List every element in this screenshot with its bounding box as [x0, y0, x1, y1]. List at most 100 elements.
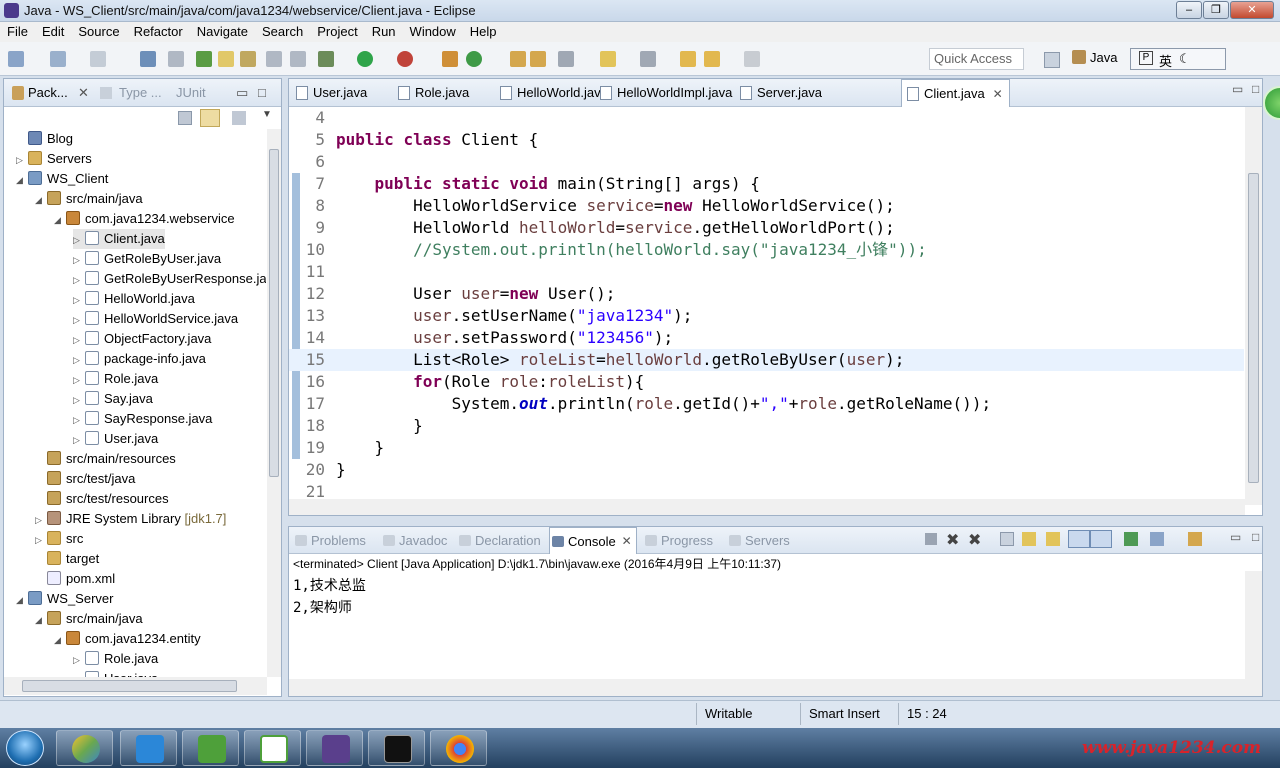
code-line[interactable]: 14 user.setPassword("123456"); [289, 327, 1244, 349]
taskbar-app-button[interactable] [56, 730, 113, 766]
open-icon[interactable] [50, 51, 66, 67]
code-line[interactable]: 10 //System.out.println(helloWorld.say("… [289, 239, 1244, 261]
tree-item[interactable]: ◢ src/main/java [35, 189, 143, 209]
new-package-icon[interactable] [442, 51, 458, 67]
editor-tab[interactable]: User.java [291, 79, 367, 107]
tree-item[interactable]: ◢ WS_Server [16, 589, 113, 609]
ime-language[interactable]: 英 [1159, 51, 1172, 70]
menu-window[interactable]: Window [403, 22, 463, 42]
expand-arrow-icon[interactable]: ▷ [35, 530, 47, 550]
new-icon[interactable] [8, 51, 24, 67]
code-line[interactable]: 20} [289, 459, 1244, 481]
expand-arrow-icon[interactable]: ▷ [73, 350, 85, 370]
menu-navigate[interactable]: Navigate [190, 22, 255, 42]
scroll-thumb[interactable] [1248, 173, 1259, 483]
expand-arrow-icon[interactable]: ◢ [16, 170, 28, 190]
open-task-icon[interactable] [530, 51, 546, 67]
tree-item[interactable]: ▷ User.java [73, 429, 158, 449]
menu-help[interactable]: Help [463, 22, 504, 42]
code-line[interactable]: 16 for(Role role:roleList){ [289, 371, 1244, 393]
editor-tab[interactable]: HelloWorld.java [495, 79, 608, 107]
back-arrow-icon[interactable] [704, 51, 720, 67]
taskbar-app-button[interactable] [244, 730, 301, 766]
tree-item[interactable]: ▷ package-info.java [73, 349, 206, 369]
external-tools-icon[interactable] [397, 51, 413, 67]
ime-mode-icon[interactable]: P [1139, 51, 1153, 65]
tab-declaration[interactable]: Declaration [457, 527, 541, 554]
back-icon[interactable] [680, 51, 696, 67]
menu-project[interactable]: Project [310, 22, 364, 42]
view-menu-icon[interactable]: ▼ [262, 109, 272, 120]
scroll-thumb[interactable] [22, 680, 237, 692]
expand-arrow-icon[interactable]: ▷ [73, 330, 85, 350]
expand-arrow-icon[interactable]: ◢ [54, 630, 66, 650]
tree-item[interactable]: ▷ SayResponse.java [73, 409, 212, 429]
expand-arrow-icon[interactable]: ▷ [73, 430, 85, 450]
menu-source[interactable]: Source [71, 22, 126, 42]
code-line[interactable]: 5 public class Client { [289, 129, 1244, 151]
menu-file[interactable]: File [0, 22, 35, 42]
tree-item[interactable]: src/test/java [35, 469, 135, 489]
editor-tab[interactable]: HelloWorldImpl.java [595, 79, 732, 107]
editor-maximize-icon[interactable]: □ [1252, 82, 1259, 96]
tree-item[interactable]: ▷ HelloWorldService.java [73, 309, 238, 329]
tab-problems[interactable]: Problems [293, 527, 366, 554]
tab-package-explorer[interactable]: Pack... [28, 85, 68, 100]
pin-console-icon[interactable] [1124, 532, 1138, 546]
save-icon[interactable] [90, 51, 106, 67]
tree-item[interactable]: ▷ GetRoleByUser.java [73, 249, 221, 269]
code-line[interactable]: 7 public static void main(String[] args)… [289, 173, 1244, 195]
tab-type-hierarchy[interactable]: Type ... [119, 85, 162, 100]
moon-icon[interactable]: ☾ [1179, 51, 1191, 67]
tree-item[interactable]: ◢ com.java1234.entity [54, 629, 201, 649]
remove-launch-icon[interactable]: ✖ [946, 530, 959, 550]
scroll-thumb[interactable] [269, 149, 279, 477]
menu-refactor[interactable]: Refactor [127, 22, 190, 42]
tree-item[interactable]: ▷ Role.java [73, 369, 158, 389]
tree-item[interactable]: ▷ GetRoleByUserResponse.java [73, 269, 266, 289]
minimize-button[interactable]: – [1176, 1, 1202, 19]
console-vertical-scrollbar[interactable] [1245, 571, 1262, 696]
minimize-icon[interactable]: ▭ [236, 85, 248, 101]
tree-item[interactable]: ◢ WS_Client [16, 169, 108, 189]
taskbar-app-button[interactable] [182, 730, 239, 766]
taskbar-app-button[interactable] [306, 730, 363, 766]
show-stderr-icon[interactable] [1090, 530, 1112, 548]
new-class-icon[interactable] [466, 51, 482, 67]
menu-search[interactable]: Search [255, 22, 310, 42]
show-stdout-icon[interactable] [1068, 530, 1090, 548]
expand-arrow-icon[interactable]: ▷ [16, 150, 28, 170]
expand-arrow-icon[interactable]: ▷ [73, 270, 85, 290]
tree-item[interactable]: ▷ src [35, 529, 83, 549]
tree-item[interactable]: ▷ Role.java [73, 649, 158, 669]
run-icon[interactable] [357, 51, 373, 67]
highlight-icon[interactable] [218, 51, 234, 67]
code-line[interactable]: 13 user.setUserName("java1234"); [289, 305, 1244, 327]
open-console-icon[interactable] [1188, 532, 1202, 546]
editor-vertical-scrollbar[interactable] [1245, 107, 1262, 505]
expand-arrow-icon[interactable]: ▷ [73, 250, 85, 270]
expand-arrow-icon[interactable]: ▷ [35, 510, 47, 530]
remove-all-icon[interactable]: ✖ [968, 530, 981, 550]
menu-edit[interactable]: Edit [35, 22, 71, 42]
tab-progress[interactable]: Progress [643, 527, 713, 554]
maximize-icon[interactable]: □ [258, 85, 266, 100]
code-line[interactable]: 9 HelloWorld helloWorld=service.getHello… [289, 217, 1244, 239]
code-line[interactable]: 18 } [289, 415, 1244, 437]
close-button[interactable]: ✕ [1230, 1, 1274, 19]
expand-arrow-icon[interactable]: ▷ [73, 650, 85, 670]
close-icon[interactable]: ✕ [993, 80, 1003, 108]
tab-console[interactable]: Console ✕ [549, 527, 637, 554]
clear-console-icon[interactable] [1000, 532, 1014, 546]
forward-arrow-icon[interactable] [744, 51, 760, 67]
print-icon[interactable] [140, 51, 156, 67]
tree-item[interactable]: src/main/resources [35, 449, 176, 469]
link-editor-icon[interactable] [200, 109, 220, 127]
tree-item[interactable]: ◢ com.java1234.webservice [54, 209, 235, 229]
expand-arrow-icon[interactable]: ◢ [35, 610, 47, 630]
filter-icon[interactable] [232, 111, 246, 125]
console-maximize-icon[interactable]: □ [1252, 530, 1259, 544]
tree-item[interactable]: ▷ HelloWorld.java [73, 289, 195, 309]
tree-item[interactable]: ▷ ObjectFactory.java [73, 329, 211, 349]
edit-location-icon[interactable] [640, 51, 656, 67]
